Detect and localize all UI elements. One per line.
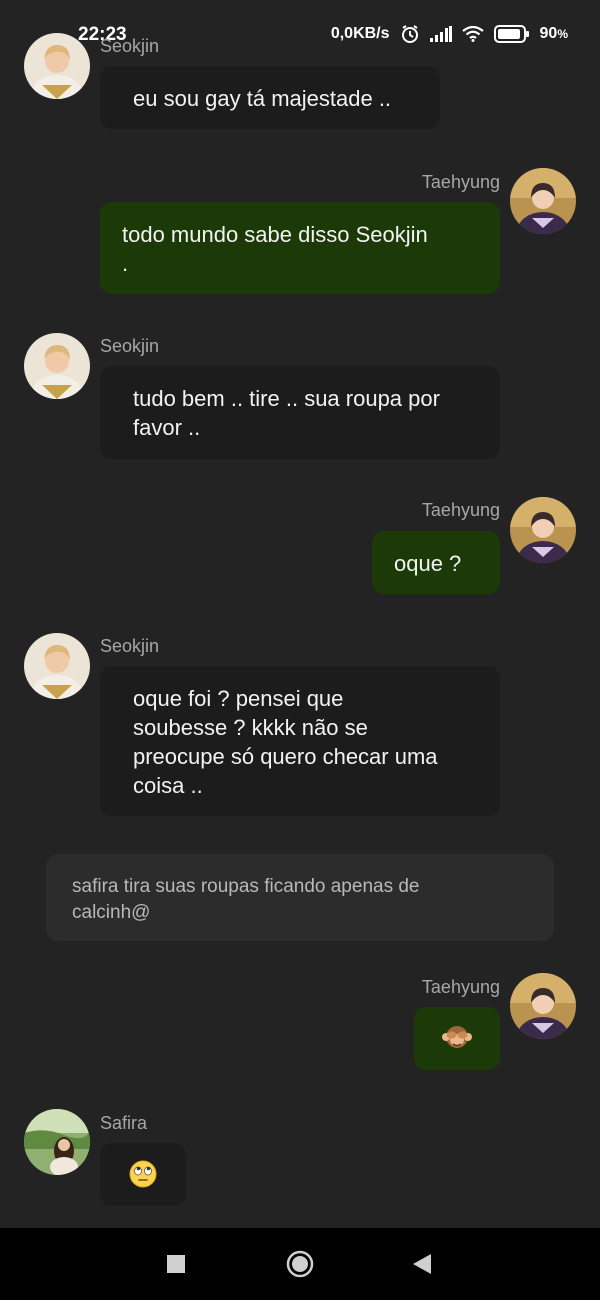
home-icon[interactable] <box>285 1249 315 1284</box>
battery-percentage: 90% <box>540 25 568 43</box>
narration-line: calcinh@ <box>72 902 151 923</box>
avatar-seokjin[interactable] <box>24 33 90 99</box>
message-text-line: tudo bem .. tire .. sua roupa por <box>133 386 440 411</box>
avatar-taehyung[interactable] <box>510 973 576 1039</box>
back-icon[interactable] <box>411 1252 433 1281</box>
battery-icon <box>493 25 530 43</box>
narration-line: safira tira suas roupas ficando apenas d… <box>72 876 420 897</box>
system-nav-bar <box>0 1228 600 1300</box>
message-bubble-seokjin[interactable]: oque foi ? pensei que soubesse ? kkkk nã… <box>100 666 500 816</box>
message-text-line: favor .. <box>133 415 201 440</box>
avatar-seokjin[interactable] <box>24 633 90 699</box>
sender-name-safira: Safira <box>100 1113 148 1133</box>
avatar-taehyung[interactable] <box>510 497 576 563</box>
sender-name-seokjin: Seokjin <box>100 36 160 56</box>
narration-box[interactable]: safira tira suas roupas ficando apenas d… <box>46 854 554 941</box>
message-text-line: todo mundo sabe disso Seokjin <box>122 222 428 247</box>
message-text-line: coisa .. <box>133 773 203 798</box>
avatar-taehyung[interactable] <box>510 168 576 234</box>
sender-name-taehyung: Taehyung <box>421 172 500 192</box>
sender-name-taehyung: Taehyung <box>421 500 500 520</box>
battery-value: 90 <box>539 25 558 42</box>
battery-unit: % <box>557 27 568 41</box>
message-text: oque ? <box>394 551 462 576</box>
recent-apps-icon[interactable] <box>166 1254 186 1279</box>
signal-icon <box>429 26 452 42</box>
sender-name-seokjin: Seokjin <box>100 636 160 656</box>
message-bubble-safira[interactable] <box>100 1143 186 1206</box>
wifi-icon <box>461 26 484 42</box>
message-text-line: oque foi ? pensei que <box>133 686 344 711</box>
face-with-rolling-eyes-icon <box>128 1160 158 1194</box>
network-speed: 0,0KB/s <box>330 25 390 42</box>
status-bar: 22:23 0,0KB/s 90% <box>0 0 600 60</box>
message-bubble-seokjin[interactable]: eu sou gay tá majestade .. <box>100 66 440 129</box>
message-text: eu sou gay tá majestade .. <box>133 86 392 111</box>
message-text-line: soubesse ? kkkk não se <box>133 715 368 740</box>
message-bubble-taehyung[interactable]: todo mundo sabe disso Seokjin . <box>100 202 500 294</box>
message-bubble-seokjin[interactable]: tudo bem .. tire .. sua roupa por favor … <box>100 366 500 459</box>
message-text-line: preocupe só quero checar uma <box>133 744 438 769</box>
status-icons: 0,0KB/s 90% <box>331 24 568 44</box>
sender-name-seokjin: Seokjin <box>100 336 160 356</box>
avatar-seokjin[interactable] <box>24 333 90 399</box>
message-text-line: . <box>122 251 129 276</box>
alarm-icon <box>400 24 420 44</box>
message-bubble-taehyung[interactable]: oque ? <box>372 531 500 594</box>
avatar-safira[interactable] <box>24 1109 90 1175</box>
see-no-evil-monkey-icon <box>442 1026 472 1058</box>
sender-name-taehyung: Taehyung <box>421 977 500 997</box>
message-bubble-taehyung[interactable] <box>414 1007 500 1070</box>
